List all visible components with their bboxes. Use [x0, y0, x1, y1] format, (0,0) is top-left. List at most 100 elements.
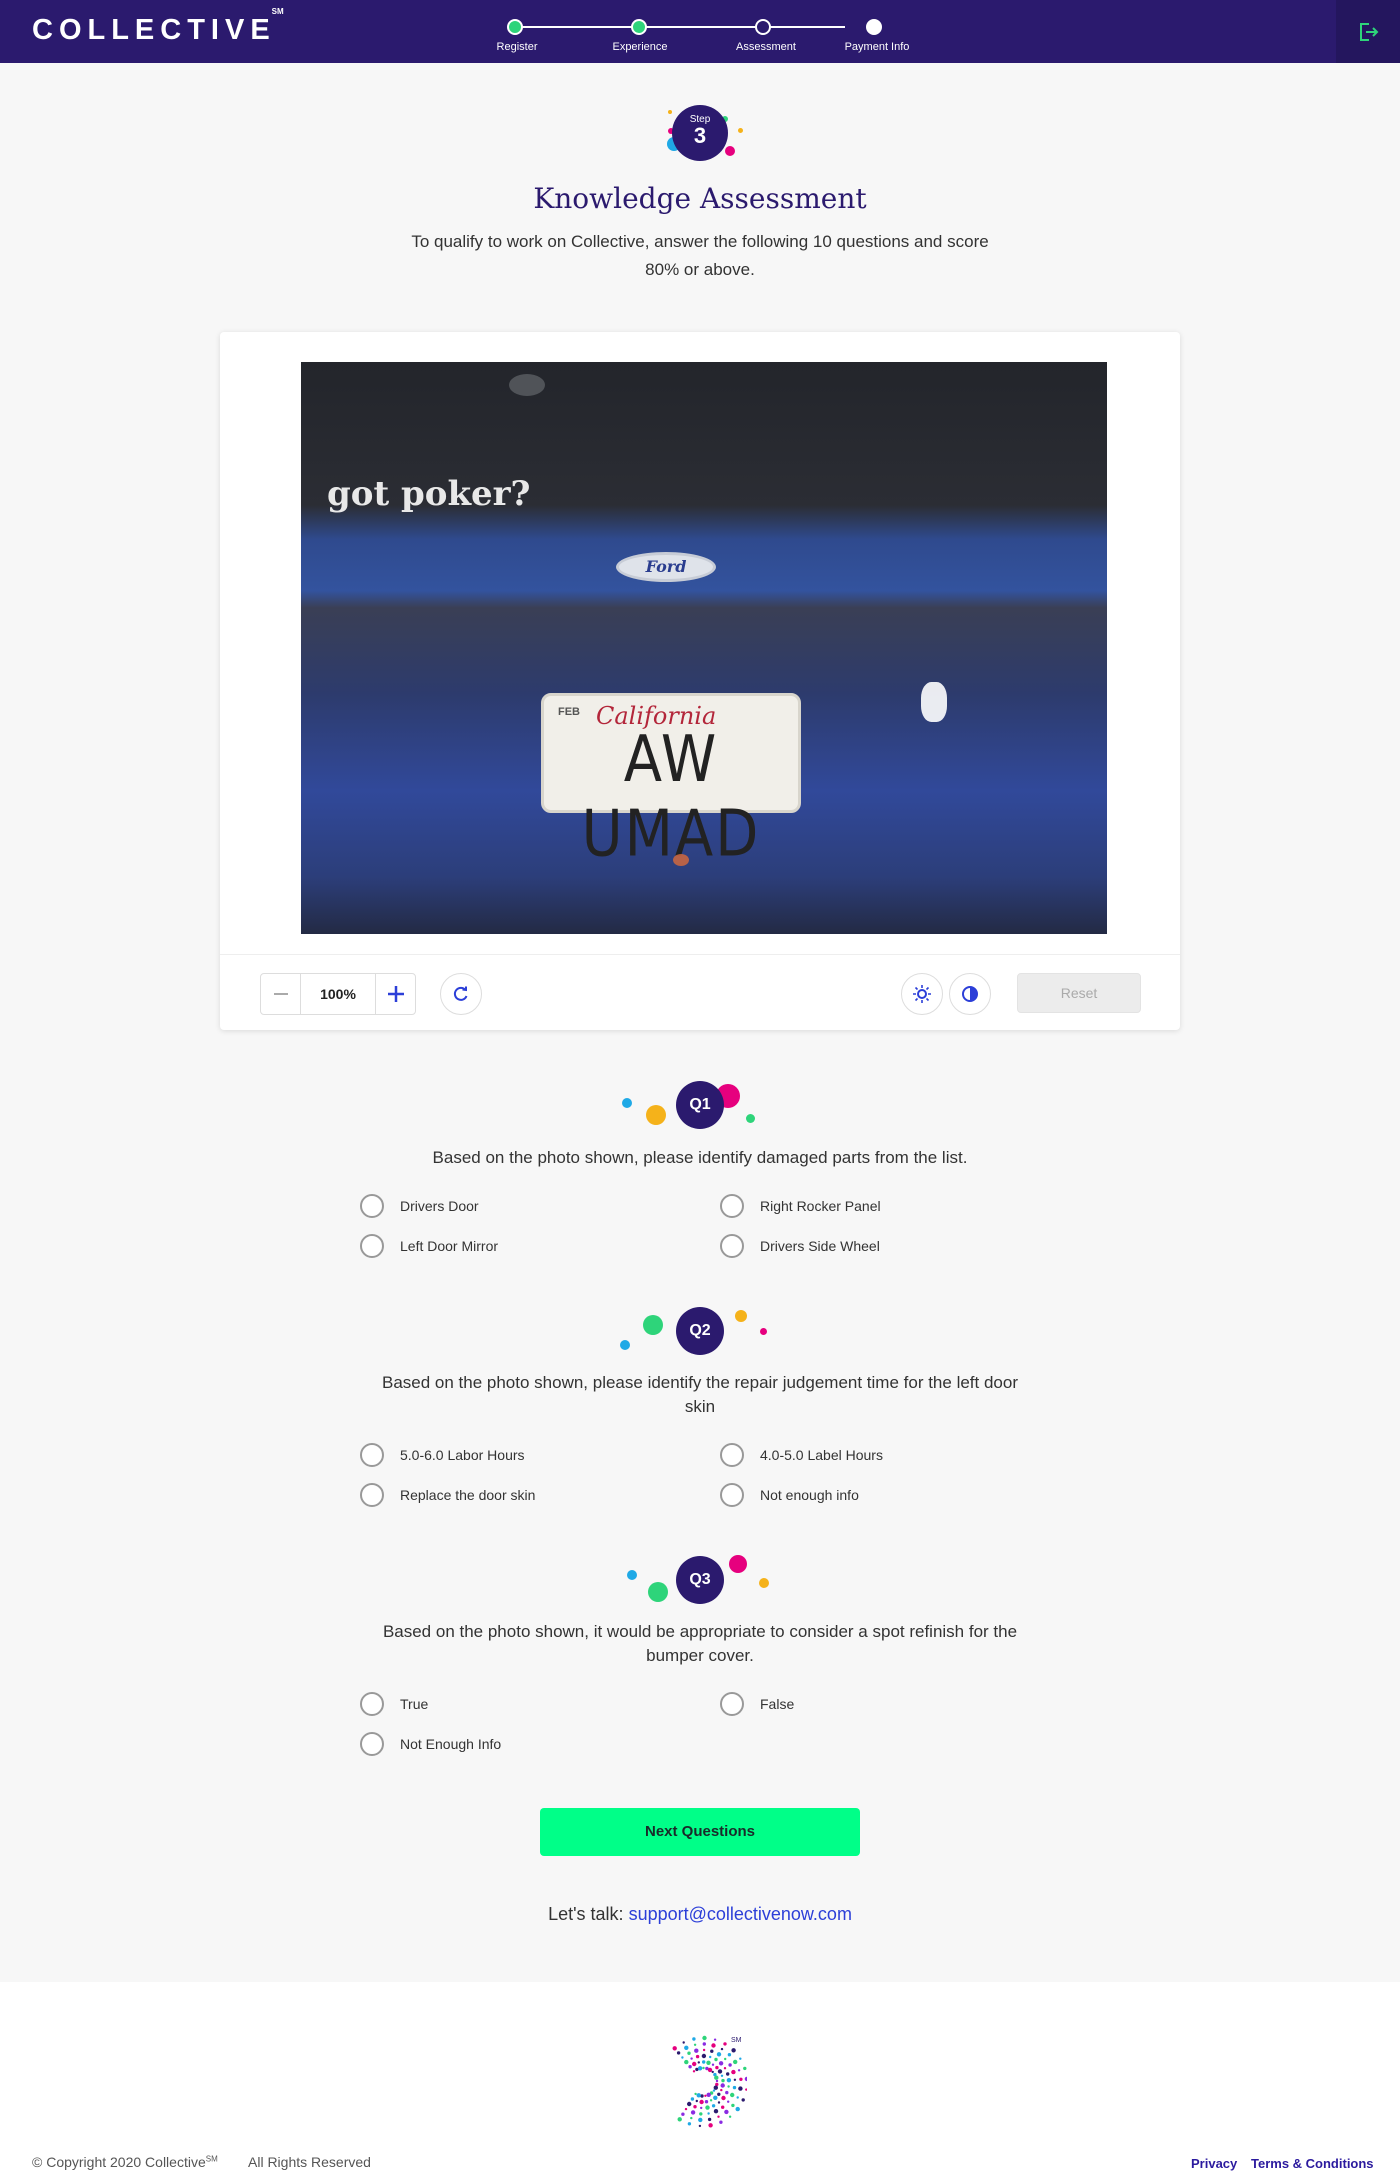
image-viewer-card: got poker? Ford FEB California AW UMAD 1… — [220, 332, 1180, 1030]
option-label: Not enough info — [760, 1487, 859, 1503]
radio-button[interactable] — [360, 1483, 384, 1507]
decor-dot — [735, 1310, 747, 1322]
radio-button[interactable] — [360, 1194, 384, 1218]
question-badge: Q3 — [676, 1556, 724, 1604]
decor-dot — [627, 1570, 637, 1580]
rotate-icon — [453, 986, 468, 1001]
contrast-icon — [962, 986, 978, 1002]
stepper-line — [515, 26, 845, 28]
zoom-value: 100% — [320, 986, 356, 1002]
step-badge-number: 3 — [693, 123, 707, 148]
option-label: False — [760, 1696, 795, 1712]
answer-option[interactable]: Left Door Mirror — [360, 1234, 498, 1258]
plate-month: FEB — [558, 706, 580, 718]
copyright-mark: SM — [205, 2154, 218, 2164]
photo-light — [673, 854, 689, 866]
footer: SM © Copyright 2020 CollectiveSM All Rig… — [0, 1982, 1400, 2176]
logo-text: COLLECTIVE — [32, 14, 276, 46]
answer-option[interactable]: Right Rocker Panel — [720, 1194, 881, 1218]
answer-option[interactable]: Not enough info — [720, 1483, 859, 1507]
radio-button[interactable] — [720, 1692, 744, 1716]
logo-mark: SM — [271, 7, 284, 17]
option-label: 4.0-5.0 Label Hours — [760, 1447, 883, 1463]
option-label: Drivers Door — [400, 1198, 479, 1214]
support-email-link[interactable]: support@collectivenow.com — [629, 1904, 852, 1924]
radio-button[interactable] — [720, 1194, 744, 1218]
page-subtitle: To qualify to work on Collective, answer… — [411, 232, 989, 279]
step-badge-group: Step 3 — [650, 100, 750, 170]
decor-dot — [746, 1114, 755, 1123]
step-dot-payment — [866, 19, 882, 35]
decor-dot — [648, 1582, 668, 1602]
copyright-text: © Copyright 2020 CollectiveSM — [32, 2154, 218, 2170]
decor-dot — [646, 1105, 666, 1125]
question-badge: Q1 — [676, 1081, 724, 1129]
answer-option[interactable]: Drivers Door — [360, 1194, 479, 1218]
radio-button[interactable] — [360, 1443, 384, 1467]
question-badge: Q2 — [676, 1307, 724, 1355]
decor-dot — [620, 1340, 630, 1350]
question-text: Based on the photo shown, please identif… — [381, 1373, 1018, 1416]
step-label-assessment: Assessment — [736, 41, 796, 53]
answer-option[interactable]: Not Enough Info — [360, 1732, 501, 1756]
option-label: True — [400, 1696, 429, 1712]
answer-option[interactable]: Drivers Side Wheel — [720, 1234, 880, 1258]
collective-logo[interactable]: COLLECTIVESM — [32, 7, 288, 47]
radio-button[interactable] — [360, 1234, 384, 1258]
decor-dot — [725, 146, 735, 156]
plate-number: AW UMAD — [581, 722, 761, 872]
answer-option[interactable]: False — [720, 1692, 794, 1716]
step-badge: Step 3 — [672, 105, 728, 161]
next-questions-button[interactable]: Next Questions — [540, 1808, 860, 1856]
step-dot-assessment — [755, 19, 771, 35]
image-toolbar: 100% Reset — [220, 954, 1180, 1030]
option-label: Not Enough Info — [400, 1736, 502, 1752]
collective-c-logo-icon: SM — [672, 2035, 747, 2128]
photo-blur-spot — [509, 374, 545, 396]
option-label: Left Door Mirror — [400, 1238, 499, 1254]
step-label-payment: Payment Info — [844, 41, 910, 53]
minus-icon — [273, 993, 288, 995]
decor-dot — [729, 1555, 747, 1573]
radio-button[interactable] — [720, 1234, 744, 1258]
privacy-link[interactable]: Privacy — [1191, 2156, 1237, 2171]
radio-button[interactable] — [720, 1443, 744, 1467]
brightness-button[interactable] — [901, 973, 943, 1015]
decor-dot — [643, 1315, 663, 1335]
vehicle-photo[interactable]: got poker? Ford FEB California AW UMAD — [301, 362, 1107, 934]
copyright-label: © Copyright 2020 Collective — [32, 2154, 206, 2170]
answer-option[interactable]: 4.0-5.0 Label Hours — [720, 1443, 883, 1467]
radio-button[interactable] — [360, 1732, 384, 1756]
support-contact: Let's talk: support@collectivenow.com — [0, 1904, 1400, 1925]
logout-icon — [1360, 22, 1379, 41]
step-dot-experience — [631, 19, 647, 35]
question-text: Based on the photo shown, please identif… — [432, 1148, 968, 1167]
zoom-out-button[interactable] — [261, 974, 301, 1014]
step-label-experience: Experience — [612, 41, 668, 53]
brightness-icon — [913, 985, 931, 1003]
rights-text: All Rights Reserved — [248, 2154, 371, 2170]
decor-dot — [760, 1328, 767, 1335]
question-text: Based on the photo shown, it would be ap… — [382, 1622, 1018, 1665]
decor-dot — [622, 1098, 632, 1108]
terms-link[interactable]: Terms & Conditions — [1251, 2156, 1374, 2171]
zoom-in-button[interactable] — [375, 974, 415, 1014]
photo-sticker-text: got poker? — [327, 474, 531, 514]
answer-option[interactable]: Replace the door skin — [360, 1483, 535, 1507]
decor-dot — [759, 1578, 769, 1588]
reset-button[interactable]: Reset — [1017, 973, 1141, 1013]
answer-option[interactable]: True — [360, 1692, 428, 1716]
page-title: Knowledge Assessment — [533, 182, 867, 215]
step-dot-register — [507, 19, 523, 35]
logout-button[interactable] — [1336, 0, 1400, 63]
progress-stepper: Register Experience Assessment Payment I… — [490, 0, 930, 63]
rotate-button[interactable] — [440, 973, 482, 1015]
contrast-button[interactable] — [949, 973, 991, 1015]
radio-button[interactable] — [360, 1692, 384, 1716]
radio-button[interactable] — [720, 1483, 744, 1507]
option-label: Drivers Side Wheel — [760, 1238, 880, 1254]
answer-option[interactable]: 5.0-6.0 Labor Hours — [360, 1443, 525, 1467]
zoom-control: 100% — [260, 973, 416, 1015]
option-label: Replace the door skin — [400, 1487, 536, 1503]
ford-emblem: Ford — [616, 552, 716, 582]
